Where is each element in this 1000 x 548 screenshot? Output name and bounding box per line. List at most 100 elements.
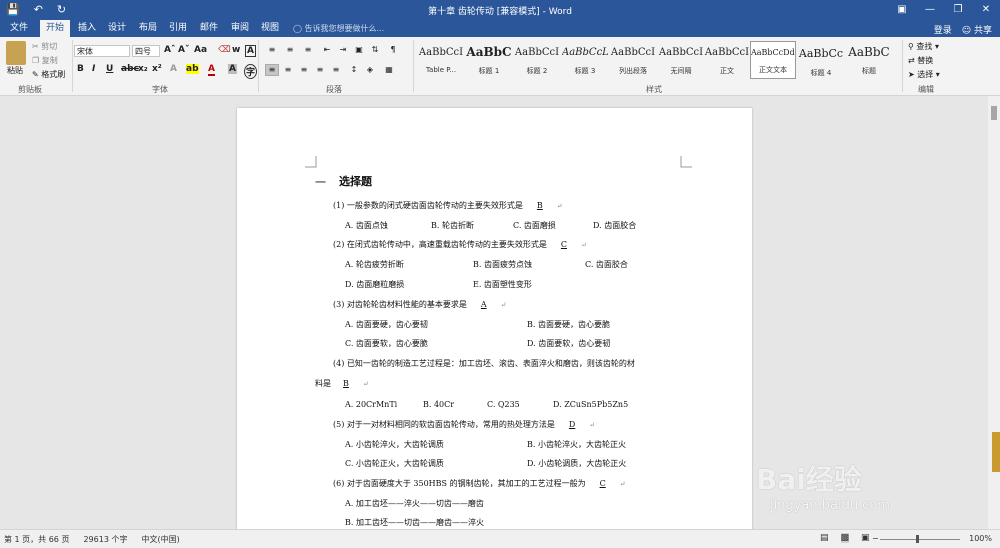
copy-button[interactable]: ❐ 复制 <box>32 55 58 66</box>
restore-icon[interactable]: ❐ <box>944 0 972 20</box>
brush-icon: ✎ <box>32 70 39 79</box>
tab-insert[interactable]: 插入 <box>78 20 96 37</box>
style-heading-3[interactable]: AaBbCcL 标题 3 <box>562 41 608 79</box>
minimize-icon[interactable]: — <box>916 0 944 20</box>
text-effects-icon[interactable]: A <box>170 64 177 74</box>
zoom-slider[interactable]: − <box>872 534 962 544</box>
style-normal[interactable]: AaBbCcI 正文 <box>704 41 750 79</box>
option: B. 齿面要硬，齿心要脆 <box>527 320 610 329</box>
numbering-icon[interactable]: ≡ <box>283 44 297 56</box>
line-spacing-icon[interactable]: ↕ <box>347 64 361 76</box>
zoom-level[interactable]: 100% <box>969 534 992 543</box>
highlight-icon[interactable]: ab <box>186 64 199 74</box>
style-list-paragraph[interactable]: AaBbCcI 列出段落 <box>610 41 656 79</box>
chinese-layout-icon[interactable]: ▣ <box>352 44 366 56</box>
bold-icon[interactable]: B <box>77 64 84 74</box>
style-name: 标题 4 <box>810 69 832 77</box>
paste-button[interactable]: 粘贴 <box>7 65 23 76</box>
scroll-thumb[interactable] <box>991 106 997 120</box>
editing-group-label: 编辑 <box>918 85 934 94</box>
question-text: 料是 <box>315 379 331 388</box>
question-6: (6) 对于齿面硬度大于 350HBS 的钢制齿轮，其加工的工艺过程一般为 C ↵ <box>333 479 626 488</box>
tab-home[interactable]: 开始 <box>40 20 71 37</box>
borders-icon[interactable]: ▦ <box>382 64 396 76</box>
question-text: (5) 对于一对材料相同的软齿面齿轮传动，常用的热处理方法是 <box>333 420 555 429</box>
show-marks-icon[interactable]: ¶ <box>386 44 400 56</box>
cursor-icon: ➤ <box>908 70 915 79</box>
bullets-icon[interactable]: ≡ <box>265 44 279 56</box>
ribbon-display-icon[interactable]: ▣ <box>888 0 916 20</box>
char-border-icon[interactable]: A <box>245 45 256 57</box>
font-color-icon[interactable]: A <box>208 64 215 76</box>
style-table-p[interactable]: AaBbCcI Table P... <box>418 41 464 79</box>
italic-icon[interactable]: I <box>92 64 95 74</box>
tab-references[interactable]: 引用 <box>169 20 187 37</box>
language[interactable]: 中文(中国) <box>141 534 179 545</box>
option: B. 齿面疲劳点蚀 <box>473 260 532 269</box>
tab-layout[interactable]: 布局 <box>139 20 157 37</box>
cut-button[interactable]: ✂ 剪切 <box>32 41 57 52</box>
subscript-icon[interactable]: x₂ <box>138 64 148 74</box>
sort-icon[interactable]: ⇅ <box>368 44 382 56</box>
font-name-select[interactable]: 宋体 <box>74 45 130 57</box>
style-name: 标题 2 <box>526 67 548 75</box>
web-layout-icon[interactable]: ▣ <box>861 533 870 543</box>
shading-icon[interactable]: ◈ <box>363 64 377 76</box>
style-no-spacing[interactable]: AaBbCcI 无间隔 <box>658 41 704 79</box>
change-case-icon[interactable]: Aa <box>194 45 207 55</box>
shrink-font-icon[interactable]: Aˇ <box>178 45 189 55</box>
style-heading-4[interactable]: AaBbCc 标题 4 <box>798 41 844 79</box>
page-count[interactable]: 第 1 页，共 66 页 <box>4 534 69 545</box>
copy-label: 复制 <box>41 56 58 65</box>
tab-file[interactable]: 文件 <box>10 20 28 37</box>
option: A. 20CrMnTi <box>345 400 398 409</box>
underline-icon[interactable]: U <box>106 64 113 74</box>
select-button[interactable]: ➤ 选择 ▾ <box>908 69 940 80</box>
style-heading-1[interactable]: AaBbC 标题 1 <box>466 41 512 79</box>
style-heading-2[interactable]: AaBbCcI 标题 2 <box>514 41 560 79</box>
increase-indent-icon[interactable]: ⇥ <box>336 44 350 56</box>
distributed-icon[interactable]: ≡ <box>329 64 343 76</box>
person-icon: ☺ <box>961 26 972 36</box>
zoom-knob[interactable] <box>916 535 919 543</box>
window-controls: ▣ — ❐ ✕ <box>888 0 1000 20</box>
word-count[interactable]: 29613 个字 <box>83 534 127 545</box>
print-layout-icon[interactable]: ▩ <box>840 533 850 543</box>
align-right-icon[interactable]: ≡ <box>297 64 311 76</box>
char-shading-icon[interactable]: A <box>228 64 237 74</box>
zoom-out-icon[interactable]: − <box>872 534 879 543</box>
style-body-text[interactable]: AaBbCcDdI 正文文本 <box>750 41 796 79</box>
status-bar: 第 1 页，共 66 页 29613 个字 中文(中国) ▤ ▩ ▣ − 100… <box>0 529 1000 548</box>
strikethrough-icon[interactable]: abc <box>121 64 139 74</box>
option: A. 轮齿疲劳折断 <box>345 260 404 269</box>
paste-icon[interactable] <box>6 41 26 65</box>
clear-format-icon[interactable]: ⌫ <box>218 45 231 55</box>
login-button[interactable]: 登录 <box>934 23 952 36</box>
justify-icon[interactable]: ≡ <box>313 64 327 76</box>
enclose-char-icon[interactable]: 字 <box>244 64 258 79</box>
format-painter-button[interactable]: ✎ 格式刷 <box>32 69 65 80</box>
multilevel-list-icon[interactable]: ≡ <box>301 44 315 56</box>
heading-number: 一 <box>315 176 326 189</box>
read-mode-icon[interactable]: ▤ <box>820 533 829 543</box>
tab-design[interactable]: 设计 <box>108 20 126 37</box>
tab-view[interactable]: 视图 <box>261 20 279 37</box>
align-center-icon[interactable]: ≡ <box>281 64 295 76</box>
replace-icon: ⇄ <box>908 56 915 65</box>
phonetic-guide-icon[interactable]: w <box>232 45 240 55</box>
document-page[interactable]: 一 选择题 (1) 一般参数的闭式硬齿面齿轮传动的主要失效形式是 B ↵ A. 齿… <box>237 108 752 529</box>
style-title[interactable]: AaBbC 标题 <box>846 41 892 79</box>
find-button[interactable]: ⚲ 查找 ▾ <box>908 41 939 52</box>
align-left-icon[interactable]: ≡ <box>265 64 279 76</box>
replace-button[interactable]: ⇄ 替换 <box>908 55 933 66</box>
close-icon[interactable]: ✕ <box>972 0 1000 20</box>
decrease-indent-icon[interactable]: ⇤ <box>320 44 334 56</box>
share-button[interactable]: ☺ 共享 <box>962 23 992 36</box>
tab-mailings[interactable]: 邮件 <box>200 20 218 37</box>
tell-me-box[interactable]: ◯ 告诉我您想要做什么... <box>293 23 384 34</box>
superscript-icon[interactable]: x² <box>152 64 162 74</box>
font-size-select[interactable]: 四号 <box>132 45 160 57</box>
grow-font-icon[interactable]: Aˆ <box>164 45 175 55</box>
tab-review[interactable]: 审阅 <box>231 20 249 37</box>
style-preview: AaBbCcI <box>704 47 750 58</box>
